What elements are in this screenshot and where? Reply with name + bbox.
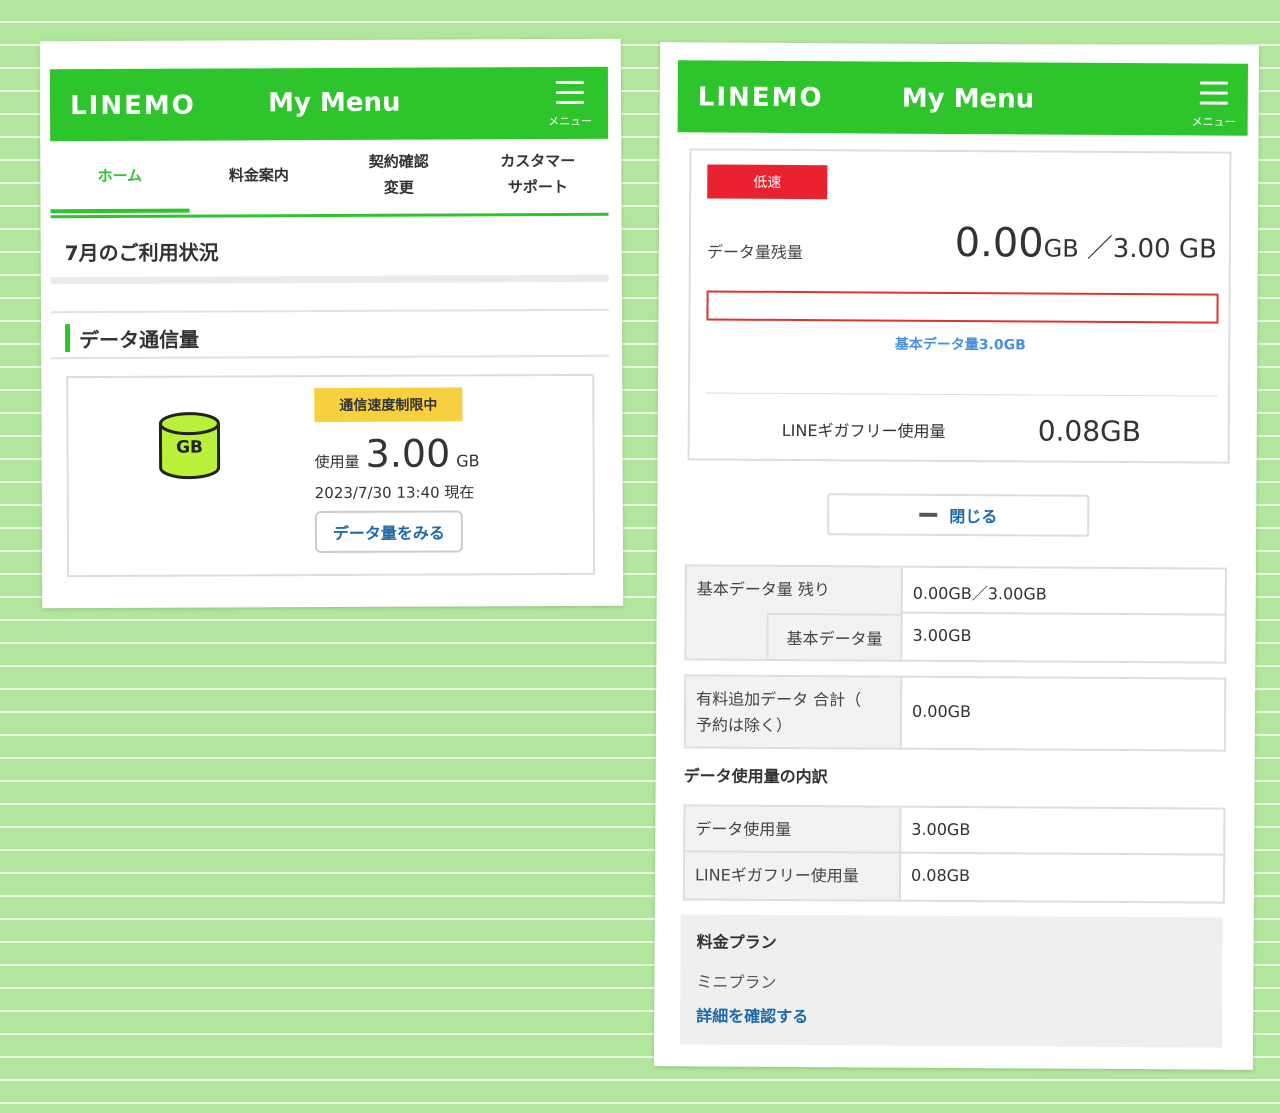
- tab-pricing[interactable]: 料金案内: [189, 140, 328, 211]
- table-row-label: データ使用量: [685, 806, 902, 854]
- giga-free-value: 0.08GB: [1037, 414, 1142, 449]
- usage-timestamp: 2023/7/30 13:40 現在: [314, 483, 475, 503]
- remaining-total: ／3.00 GB: [1086, 233, 1217, 265]
- gb-database-icon: GB: [156, 409, 222, 481]
- header-title: My Menu: [901, 83, 1035, 115]
- remaining-amount: 0.00: [954, 219, 1044, 267]
- table-sub-label: 基本データ量: [766, 612, 903, 660]
- remaining-label: データ量残量: [706, 242, 803, 263]
- menu-label: メニュー: [548, 114, 593, 129]
- section-marker: [65, 324, 71, 353]
- usage-line: 使用量 3.00 GB: [314, 431, 480, 476]
- tab-contract[interactable]: 契約確認 変更: [329, 139, 468, 210]
- divider: [50, 274, 609, 285]
- table-row-label: LINEギガフリー使用量: [684, 852, 902, 900]
- divider: [705, 392, 1218, 397]
- divider: [902, 611, 1225, 616]
- hamburger-icon[interactable]: メニュー: [1192, 77, 1236, 129]
- table-row-value: 3.00GB: [911, 819, 971, 840]
- remaining-unit: GB: [1043, 234, 1079, 263]
- tabs-divider: [50, 212, 609, 219]
- table-row-label: 有料追加データ 合計（ 予約は除く）: [685, 676, 903, 748]
- plan-title: 料金プラン: [696, 932, 777, 952]
- section-title: データ通信量: [79, 327, 200, 353]
- remaining-value: 0.00 GB ／3.00 GB: [955, 220, 1218, 268]
- plan-details-link[interactable]: 詳細を確認する: [696, 1002, 808, 1027]
- meter-caption: 基本データ量3.0GB: [894, 336, 1026, 354]
- usage-label: 使用量: [314, 452, 360, 472]
- breakdown-title: データ使用量の内訳: [683, 766, 828, 787]
- tab-support[interactable]: カスタマー サポート: [468, 139, 607, 210]
- nav-tabs: ホーム 料金案内 契約確認 変更 カスタマー サポート: [50, 139, 608, 214]
- speed-limit-badge: 通信速度制限中: [314, 387, 463, 423]
- tab-home[interactable]: ホーム: [50, 141, 189, 212]
- linemo-logo[interactable]: LINEMO: [70, 91, 196, 122]
- hamburger-icon[interactable]: メニュー: [548, 77, 592, 128]
- close-button-label: 閉じる: [949, 506, 998, 527]
- data-remaining-meter: [706, 290, 1219, 324]
- paid-data-table: 有料追加データ 合計（ 予約は除く） 0.00GB: [683, 674, 1227, 752]
- active-tab-indicator: [50, 208, 190, 214]
- divider: [51, 354, 610, 360]
- divider: [50, 308, 609, 314]
- minus-icon: [919, 512, 938, 517]
- plan-section: 料金プラン ミニプラン 詳細を確認する: [680, 914, 1223, 1048]
- low-speed-badge: 低速: [707, 164, 828, 200]
- table-row-value: 0.00GB／3.00GB: [912, 583, 1047, 604]
- left-screenshot: LINEMO My Menu メニュー ホーム 料金案内 契約確認 変更 カスタ…: [39, 38, 624, 609]
- base-data-table: 基本データ量 残り 0.00GB／3.00GB 基本データ量 3.00GB: [684, 564, 1227, 664]
- close-button[interactable]: 閉じる: [827, 493, 1090, 537]
- giga-free-label: LINEギガフリー使用量: [781, 420, 946, 441]
- header-title: My Menu: [267, 87, 401, 119]
- app-header: LINEMO My Menu メニュー: [677, 60, 1249, 136]
- right-screenshot: LINEMO My Menu メニュー 低速 データ量残量 0.00 GB ／3…: [653, 42, 1260, 1070]
- data-detail-card: 低速 データ量残量 0.00 GB ／3.00 GB 基本データ量3.0GB L…: [687, 148, 1232, 464]
- view-data-button[interactable]: データ量をみる: [314, 510, 464, 554]
- gb-icon-label: GB: [176, 437, 204, 458]
- table-row-value: 0.00GB: [911, 701, 972, 722]
- usage-breakdown-table: データ使用量 3.00GB LINEギガフリー使用量 0.08GB: [682, 804, 1226, 904]
- plan-name: ミニプラン: [696, 972, 777, 992]
- usage-value: 3.00: [365, 431, 451, 476]
- data-usage-card: GB 通信速度制限中 使用量 3.00 GB 2023/7/30 13:40 現…: [66, 373, 596, 578]
- menu-label: メニュー: [1191, 115, 1236, 129]
- page-title: 7月のご利用状況: [64, 240, 219, 266]
- linemo-logo[interactable]: LINEMO: [698, 82, 824, 113]
- usage-unit: GB: [456, 451, 480, 471]
- table-row-value: 0.08GB: [910, 865, 971, 886]
- table-row-value: 3.00GB: [912, 625, 972, 646]
- app-header: LINEMO My Menu メニュー: [49, 66, 609, 142]
